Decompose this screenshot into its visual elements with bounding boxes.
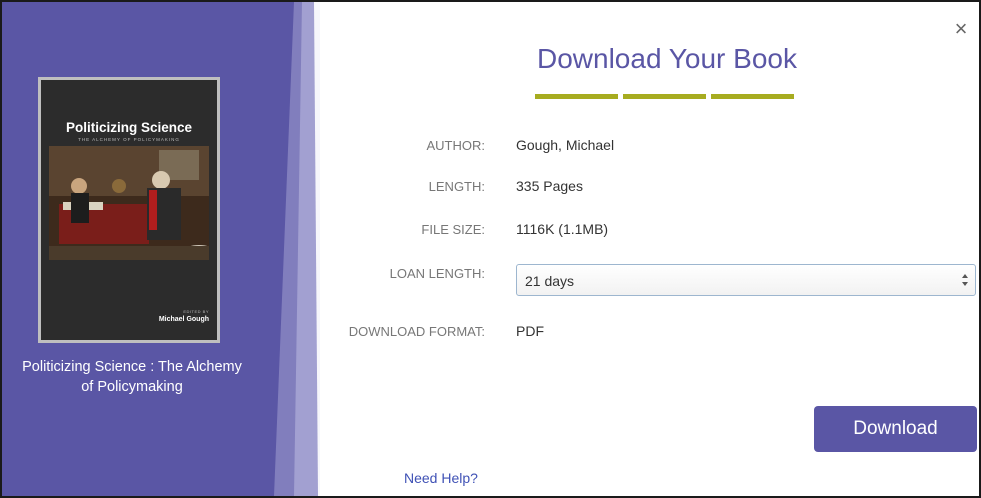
- author-label: AUTHOR:: [426, 138, 486, 153]
- length-value: 335 Pages: [516, 178, 583, 194]
- download-button[interactable]: Download: [814, 406, 977, 452]
- underline-segment: [623, 94, 706, 99]
- loan-length-selected-value: 21 days: [525, 273, 575, 289]
- cover-subtitle: THE ALCHEMY OF POLICYMAKING: [78, 137, 180, 142]
- author-value: Gough, Michael: [516, 137, 615, 153]
- cover-artwork: Politicizing Science THE ALCHEMY OF POLI…: [41, 80, 217, 340]
- cover-title: Politicizing Science: [65, 120, 193, 135]
- download-dialog: Politicizing Science THE ALCHEMY OF POLI…: [0, 0, 981, 498]
- file-size-label: FILE SIZE:: [421, 222, 485, 237]
- book-cover[interactable]: Politicizing Science THE ALCHEMY OF POLI…: [38, 77, 220, 343]
- underline-segment: [711, 94, 794, 99]
- cover-editor-name: Michael Gough: [158, 316, 209, 323]
- loan-length-label: LOAN LENGTH:: [389, 266, 485, 281]
- download-format-label: DOWNLOAD FORMAT:: [348, 324, 485, 339]
- file-size-value: 1116K (1.1MB): [516, 221, 609, 237]
- select-updown-icon: [962, 274, 968, 286]
- need-help-link[interactable]: Need Help?: [404, 470, 478, 486]
- download-format-value: PDF: [516, 323, 544, 339]
- underline-segment: [535, 94, 618, 99]
- cover-painting-image: [49, 146, 209, 260]
- cover-edited-by: EDITED BY: [183, 309, 209, 314]
- book-title-caption: Politicizing Science : The Alchemy of Po…: [22, 359, 242, 395]
- dialog-title: Download Your Book: [537, 43, 797, 74]
- loan-length-select[interactable]: 21 days: [516, 264, 976, 296]
- length-label: LENGTH:: [428, 179, 485, 194]
- close-icon[interactable]: ×: [952, 18, 970, 40]
